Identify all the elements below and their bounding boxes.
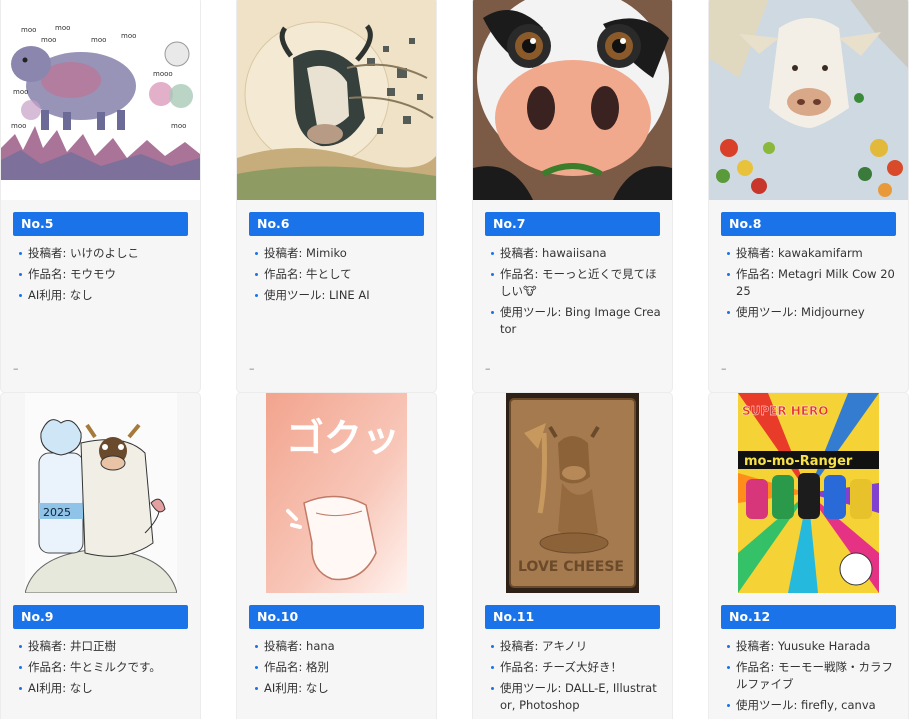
card-number: No.10 bbox=[249, 605, 424, 629]
card-info-list: 投稿者: Mimiko 作品名: 牛として 使用ツール: LINE AI bbox=[255, 245, 427, 308]
card-info-list: 投稿者: アキノリ 作品名: チーズ大好き！ 使用ツール: DALL-E, Il… bbox=[491, 638, 663, 718]
author: 投稿者: いけのよしこ bbox=[19, 245, 191, 262]
artwork-card-5[interactable]: moo moo moo moo moo moo moo moo mooo No.… bbox=[1, 0, 200, 392]
tool: 使用ツール: Midjourney bbox=[727, 304, 899, 321]
svg-text:moo: moo bbox=[121, 32, 136, 40]
author: 投稿者: hawaiisana bbox=[491, 245, 663, 262]
title: 作品名: モーっと近くで見てほしい🐮 bbox=[491, 266, 663, 300]
abstract-cow-icon[interactable] bbox=[237, 0, 436, 200]
card-info-list: 投稿者: いけのよしこ 作品名: モウモウ AI利用: なし bbox=[19, 245, 191, 308]
card-info-list: 投稿者: hawaiisana 作品名: モーっと近くで見てほしい🐮 使用ツール… bbox=[491, 245, 663, 342]
author: 投稿者: hana bbox=[255, 638, 427, 655]
painted-cow-icon[interactable] bbox=[709, 0, 908, 200]
svg-text:moo: moo bbox=[91, 36, 106, 44]
svg-text:moo: moo bbox=[21, 26, 36, 34]
svg-text:mo-mo-Ranger: mo-mo-Ranger bbox=[744, 454, 853, 469]
card-info-list: 投稿者: 井口正樹 作品名: 牛とミルクです。 AI利用: なし bbox=[19, 638, 191, 701]
card-number: No.8 bbox=[721, 212, 896, 236]
watercolor-cow-icon[interactable]: moo moo moo moo moo moo moo moo mooo bbox=[1, 0, 200, 200]
card-number: No.12 bbox=[721, 605, 896, 629]
svg-text:2025: 2025 bbox=[43, 506, 71, 519]
cheese-plaque-icon[interactable]: LOVE CHEESE bbox=[506, 393, 639, 593]
tool: AI利用: なし bbox=[19, 680, 191, 697]
closeup-cow-icon[interactable] bbox=[473, 0, 672, 200]
tool: AI利用: なし bbox=[255, 680, 427, 697]
author: 投稿者: 井口正樹 bbox=[19, 638, 191, 655]
card-footer: – bbox=[721, 362, 727, 375]
card-number: No.11 bbox=[485, 605, 660, 629]
svg-text:moo: moo bbox=[11, 122, 26, 130]
artwork-card-7[interactable]: No.7 投稿者: hawaiisana 作品名: モーっと近くで見てほしい🐮 … bbox=[473, 0, 672, 392]
title: 作品名: チーズ大好き！ bbox=[491, 659, 663, 676]
artwork-card-11[interactable]: LOVE CHEESE No.11 投稿者: アキノリ 作品名: チーズ大好き！… bbox=[473, 393, 672, 719]
card-info-list: 投稿者: kawakamifarm 作品名: Metagri Milk Cow … bbox=[727, 245, 899, 325]
artwork-card-6[interactable]: No.6 投稿者: Mimiko 作品名: 牛として 使用ツール: LINE A… bbox=[237, 0, 436, 392]
artwork-card-10[interactable]: ゴクッ No.10 投稿者: hana 作品名: 格別 AI利用: なし bbox=[237, 393, 436, 719]
drawn-cow-icon[interactable]: 2025 bbox=[25, 393, 177, 593]
card-info-list: 投稿者: Yuusuke Harada 作品名: モーモー戦隊・カラフルファイブ… bbox=[727, 638, 899, 718]
title: 作品名: 格別 bbox=[255, 659, 427, 676]
title: 作品名: 牛とミルクです。 bbox=[19, 659, 191, 676]
svg-text:ゴクッ: ゴクッ bbox=[286, 416, 400, 460]
title: 作品名: 牛として bbox=[255, 266, 427, 283]
artwork-card-12[interactable]: mo-mo-Ranger SUPER HERO No.12 投稿者: Yuusu… bbox=[709, 393, 908, 719]
card-number: No.6 bbox=[249, 212, 424, 236]
author: 投稿者: Mimiko bbox=[255, 245, 427, 262]
gokkun-icon[interactable]: ゴクッ bbox=[266, 393, 407, 593]
card-info-list: 投稿者: hana 作品名: 格別 AI利用: なし bbox=[255, 638, 427, 701]
svg-text:LOVE CHEESE: LOVE CHEESE bbox=[518, 559, 624, 575]
title: 作品名: Metagri Milk Cow 2025 bbox=[727, 266, 899, 300]
card-footer: – bbox=[485, 362, 491, 375]
artwork-card-8[interactable]: No.8 投稿者: kawakamifarm 作品名: Metagri Milk… bbox=[709, 0, 908, 392]
card-number: No.7 bbox=[485, 212, 660, 236]
card-number: No.5 bbox=[13, 212, 188, 236]
svg-text:moo: moo bbox=[13, 88, 28, 96]
svg-text:mooo: mooo bbox=[153, 70, 173, 78]
hero-poster-icon[interactable]: mo-mo-Ranger SUPER HERO bbox=[738, 393, 879, 593]
tool: 使用ツール: Bing Image Creator bbox=[491, 304, 663, 338]
tool: AI利用: なし bbox=[19, 287, 191, 304]
artwork-card-9[interactable]: 2025 No.9 投稿者: 井口正樹 作品名: 牛とミルクです。 AI利用: … bbox=[1, 393, 200, 719]
svg-text:moo: moo bbox=[41, 36, 56, 44]
tool: 使用ツール: firefly, canva bbox=[727, 697, 899, 714]
author: 投稿者: アキノリ bbox=[491, 638, 663, 655]
svg-text:SUPER HERO: SUPER HERO bbox=[742, 404, 828, 418]
card-footer: – bbox=[13, 362, 19, 375]
author: 投稿者: kawakamifarm bbox=[727, 245, 899, 262]
svg-text:moo: moo bbox=[55, 24, 70, 32]
tool: 使用ツール: DALL-E, Illustrator, Photoshop bbox=[491, 680, 663, 714]
title: 作品名: モウモウ bbox=[19, 266, 191, 283]
card-number: No.9 bbox=[13, 605, 188, 629]
tool: 使用ツール: LINE AI bbox=[255, 287, 427, 304]
author: 投稿者: Yuusuke Harada bbox=[727, 638, 899, 655]
card-footer: – bbox=[249, 362, 255, 375]
svg-text:moo: moo bbox=[171, 122, 186, 130]
title: 作品名: モーモー戦隊・カラフルファイブ bbox=[727, 659, 899, 693]
